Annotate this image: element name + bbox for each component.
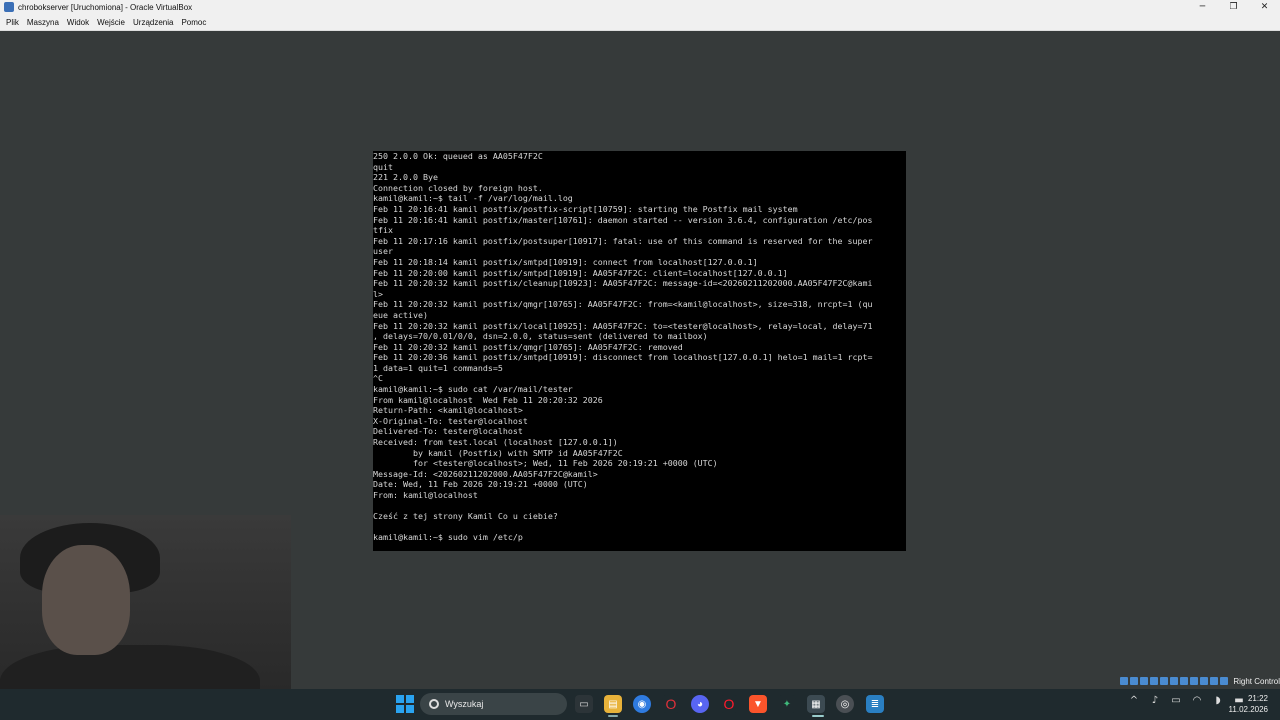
terminal-console[interactable]: 250 2.0.0 Ok: queued as AA05F47F2C quit 22… [373, 151, 906, 551]
menu-pomoc[interactable]: Pomoc [181, 18, 206, 27]
terminal-line: Feb 11 20:20:36 kamil postfix/smtpd[1091… [373, 352, 873, 363]
terminal-line: tfix [373, 225, 393, 236]
restore-button[interactable]: ❐ [1218, 0, 1249, 14]
terminal-line: From: kamil@localhost [373, 490, 478, 500]
terminal-line: Return-Path: <kamil@localhost> [373, 405, 523, 416]
start-button[interactable] [396, 695, 414, 713]
host-key-label: Right Control [1233, 676, 1280, 686]
terminal-line: 250 2.0.0 Ok: queued as AA05F47F2C [373, 151, 543, 161]
terminal-line: user [373, 246, 393, 257]
brave-icon[interactable]: ▼ [749, 695, 767, 713]
terminal-line: for <tester@localhost>; Wed, 11 Feb 2026… [373, 458, 718, 469]
window-title: chrobokserver [Uruchomiona] - Oracle Vir… [18, 2, 193, 12]
shared-folders-icon[interactable] [1170, 677, 1179, 685]
system-tray: ^ ♪ ▭ ◠ ◗ ▬ [1128, 695, 1245, 706]
wifi-icon[interactable]: ◠ [1191, 695, 1203, 706]
search-icon [429, 699, 439, 709]
terminal-line: Feb 11 20:20:00 kamil postfix/smtpd[1091… [373, 267, 788, 278]
terminal-line: 1 data=1 quit=1 commands=5 [373, 362, 503, 373]
terminal-line: Feb 11 20:20:32 kamil postfix/cleanup[10… [373, 278, 873, 289]
vm-status-bar: Right Control [1120, 674, 1280, 688]
virtualbox-icon [4, 2, 14, 12]
terminal-line: eue active) [373, 309, 428, 320]
file-explorer-icon[interactable]: ▤ [604, 695, 622, 713]
microphone-icon[interactable]: ♪ [1149, 695, 1161, 706]
terminal-line: Connection closed by foreign host. [373, 182, 543, 193]
network-tray-icon[interactable]: ▭ [1170, 695, 1182, 706]
window-titlebar[interactable]: chrobokserver [Uruchomiona] - Oracle Vir… [0, 0, 1280, 14]
terminal-line: by kamil (Postfix) with SMTP id AA05F47F… [373, 447, 623, 458]
terminal-line: 221 2.0.0 Bye [373, 172, 438, 183]
terminal-line: ^C [373, 373, 383, 384]
display-icon[interactable] [1180, 677, 1189, 685]
opera-gx-icon[interactable]: O [662, 695, 680, 713]
terminal-line: Received: from test.local (localhost [12… [373, 437, 618, 448]
taskbar-clock[interactable]: 21:22 11.02.2026 [1229, 693, 1268, 715]
mouse-integration-icon[interactable] [1210, 677, 1219, 685]
optical-drive-icon[interactable] [1130, 677, 1139, 685]
terminal-line: Feb 11 20:20:32 kamil postfix/local[1092… [373, 320, 873, 331]
menu-plik[interactable]: Plik [6, 18, 19, 27]
terminal-line: Delivered-To: tester@localhost [373, 426, 523, 437]
terminal-line: quit [373, 161, 393, 172]
recording-icon[interactable] [1190, 677, 1199, 685]
cpu-icon[interactable] [1200, 677, 1209, 685]
terminal-line: Feb 11 20:20:32 kamil postfix/qmgr[10765… [373, 341, 683, 352]
minimize-button[interactable]: ─ [1187, 0, 1218, 14]
terminal-line: , delays=70/0.01/0/0, dsn=2.0.0, status=… [373, 331, 708, 342]
terminal-line: kamil@kamil:~$ sudo vim /etc/p [373, 532, 523, 543]
task-view-icon[interactable]: ▭ [575, 695, 593, 713]
usb-icon[interactable] [1160, 677, 1169, 685]
discord-icon[interactable]: ◕ [691, 695, 709, 713]
clock-time: 21:22 [1247, 694, 1268, 703]
terminal-line: Feb 11 20:16:41 kamil postfix/master[107… [373, 214, 873, 225]
menu-widok[interactable]: Widok [67, 18, 89, 27]
menu-bar: Plik Maszyna Widok Wejście Urządzenia Po… [0, 14, 1280, 31]
notepad-icon[interactable]: ≣ [866, 695, 884, 713]
taskbar-search[interactable]: Wyszukaj [420, 693, 567, 715]
running-indicator [608, 715, 618, 717]
menu-maszyna[interactable]: Maszyna [27, 18, 59, 27]
terminal-line: Cześć z tej strony Kamil Co u ciebie? [373, 511, 558, 522]
terminal-line: kamil@kamil:~$ tail -f /var/log/mail.log [373, 193, 573, 204]
terminal-line: Feb 11 20:17:16 kamil postfix/postsuper[… [373, 235, 873, 246]
virtualbox-taskbar-icon[interactable]: ▦ [807, 695, 825, 713]
terminal-line: kamil@kamil:~$ sudo cat /var/mail/tester [373, 384, 573, 395]
terminal-line: l> [373, 288, 383, 299]
chrome-icon[interactable]: ◉ [633, 695, 651, 713]
audio-icon[interactable] [1140, 677, 1149, 685]
network-icon[interactable] [1150, 677, 1159, 685]
keyboard-icon[interactable] [1220, 677, 1229, 685]
opera-icon[interactable]: O [720, 695, 738, 713]
terminal-line: Message-Id: <20260211202000.AA05F47F2C@k… [373, 468, 598, 479]
close-button[interactable]: ✕ [1249, 0, 1280, 14]
terminal-line: Feb 11 20:18:14 kamil postfix/smtpd[1091… [373, 256, 758, 267]
obs-icon[interactable]: ◎ [836, 695, 854, 713]
terminal-line: Date: Wed, 11 Feb 2026 20:19:21 +0000 (U… [373, 479, 588, 490]
menu-urzadzenia[interactable]: Urządzenia [133, 18, 173, 27]
search-placeholder: Wyszukaj [445, 699, 484, 709]
windows-logo-icon [396, 695, 404, 703]
chevron-up-icon[interactable]: ^ [1128, 695, 1140, 706]
hard-disk-icon[interactable] [1120, 677, 1129, 685]
active-indicator [812, 715, 824, 717]
terminal-line: Feb 11 20:20:32 kamil postfix/qmgr[10765… [373, 299, 873, 310]
webcam-person-face [42, 545, 130, 655]
clock-date: 11.02.2026 [1228, 705, 1268, 714]
terminal-line: X-Original-To: tester@localhost [373, 415, 528, 426]
terminal-line: Feb 11 20:16:41 kamil postfix/postfix-sc… [373, 203, 798, 214]
volume-icon[interactable]: ◗ [1212, 695, 1224, 706]
terminal-line: From kamil@localhost Wed Feb 11 20:20:32… [373, 394, 603, 405]
window-controls: ─ ❐ ✕ [1187, 0, 1280, 14]
menu-wejscie[interactable]: Wejście [97, 18, 125, 27]
app-icon[interactable]: ✦ [778, 695, 796, 713]
